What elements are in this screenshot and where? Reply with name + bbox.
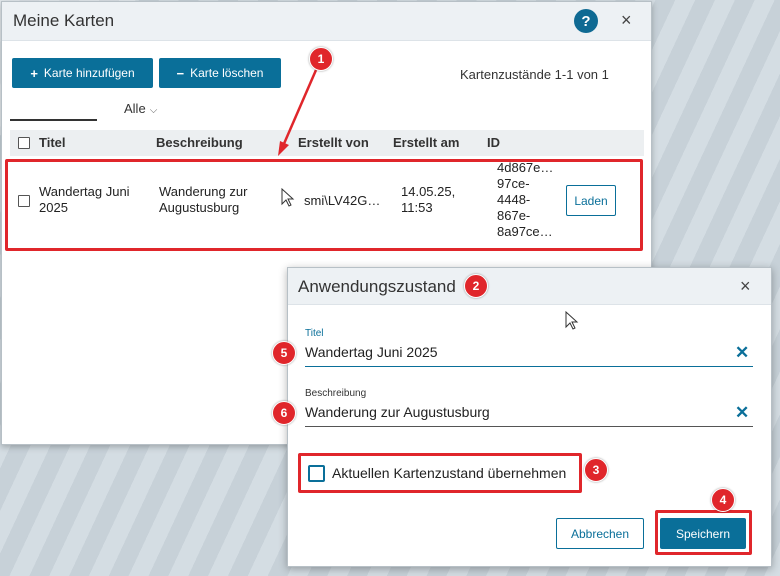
description-field-label: Beschreibung xyxy=(305,388,367,399)
clear-title-icon[interactable]: ✕ xyxy=(735,343,749,363)
annotation-badge-1: 1 xyxy=(309,47,333,71)
save-highlight-frame xyxy=(655,510,752,555)
title-field-label: Titel xyxy=(305,328,324,339)
dialog-title: Anwendungszustand xyxy=(298,277,456,296)
annotation-badge-3: 3 xyxy=(584,458,608,482)
annotation-badge-2: 2 xyxy=(464,274,488,298)
annotation-badge-5: 5 xyxy=(272,341,296,365)
close-icon[interactable]: × xyxy=(740,277,751,295)
title-field-underline xyxy=(305,366,753,367)
description-field-input[interactable]: Wanderung zur Augustusburg xyxy=(305,404,490,420)
title-field-input[interactable]: Wandertag Juni 2025 xyxy=(305,344,438,360)
checkbox-highlight-frame xyxy=(298,453,582,493)
annotation-badge-4: 4 xyxy=(711,488,735,512)
cancel-button[interactable]: Abbrechen xyxy=(556,518,644,549)
clear-description-icon[interactable]: ✕ xyxy=(735,403,749,423)
annotation-badge-6: 6 xyxy=(272,401,296,425)
description-field-underline xyxy=(305,426,753,427)
mouse-cursor-icon xyxy=(565,311,579,330)
dialog-titlebar: Anwendungszustand × xyxy=(288,268,771,305)
